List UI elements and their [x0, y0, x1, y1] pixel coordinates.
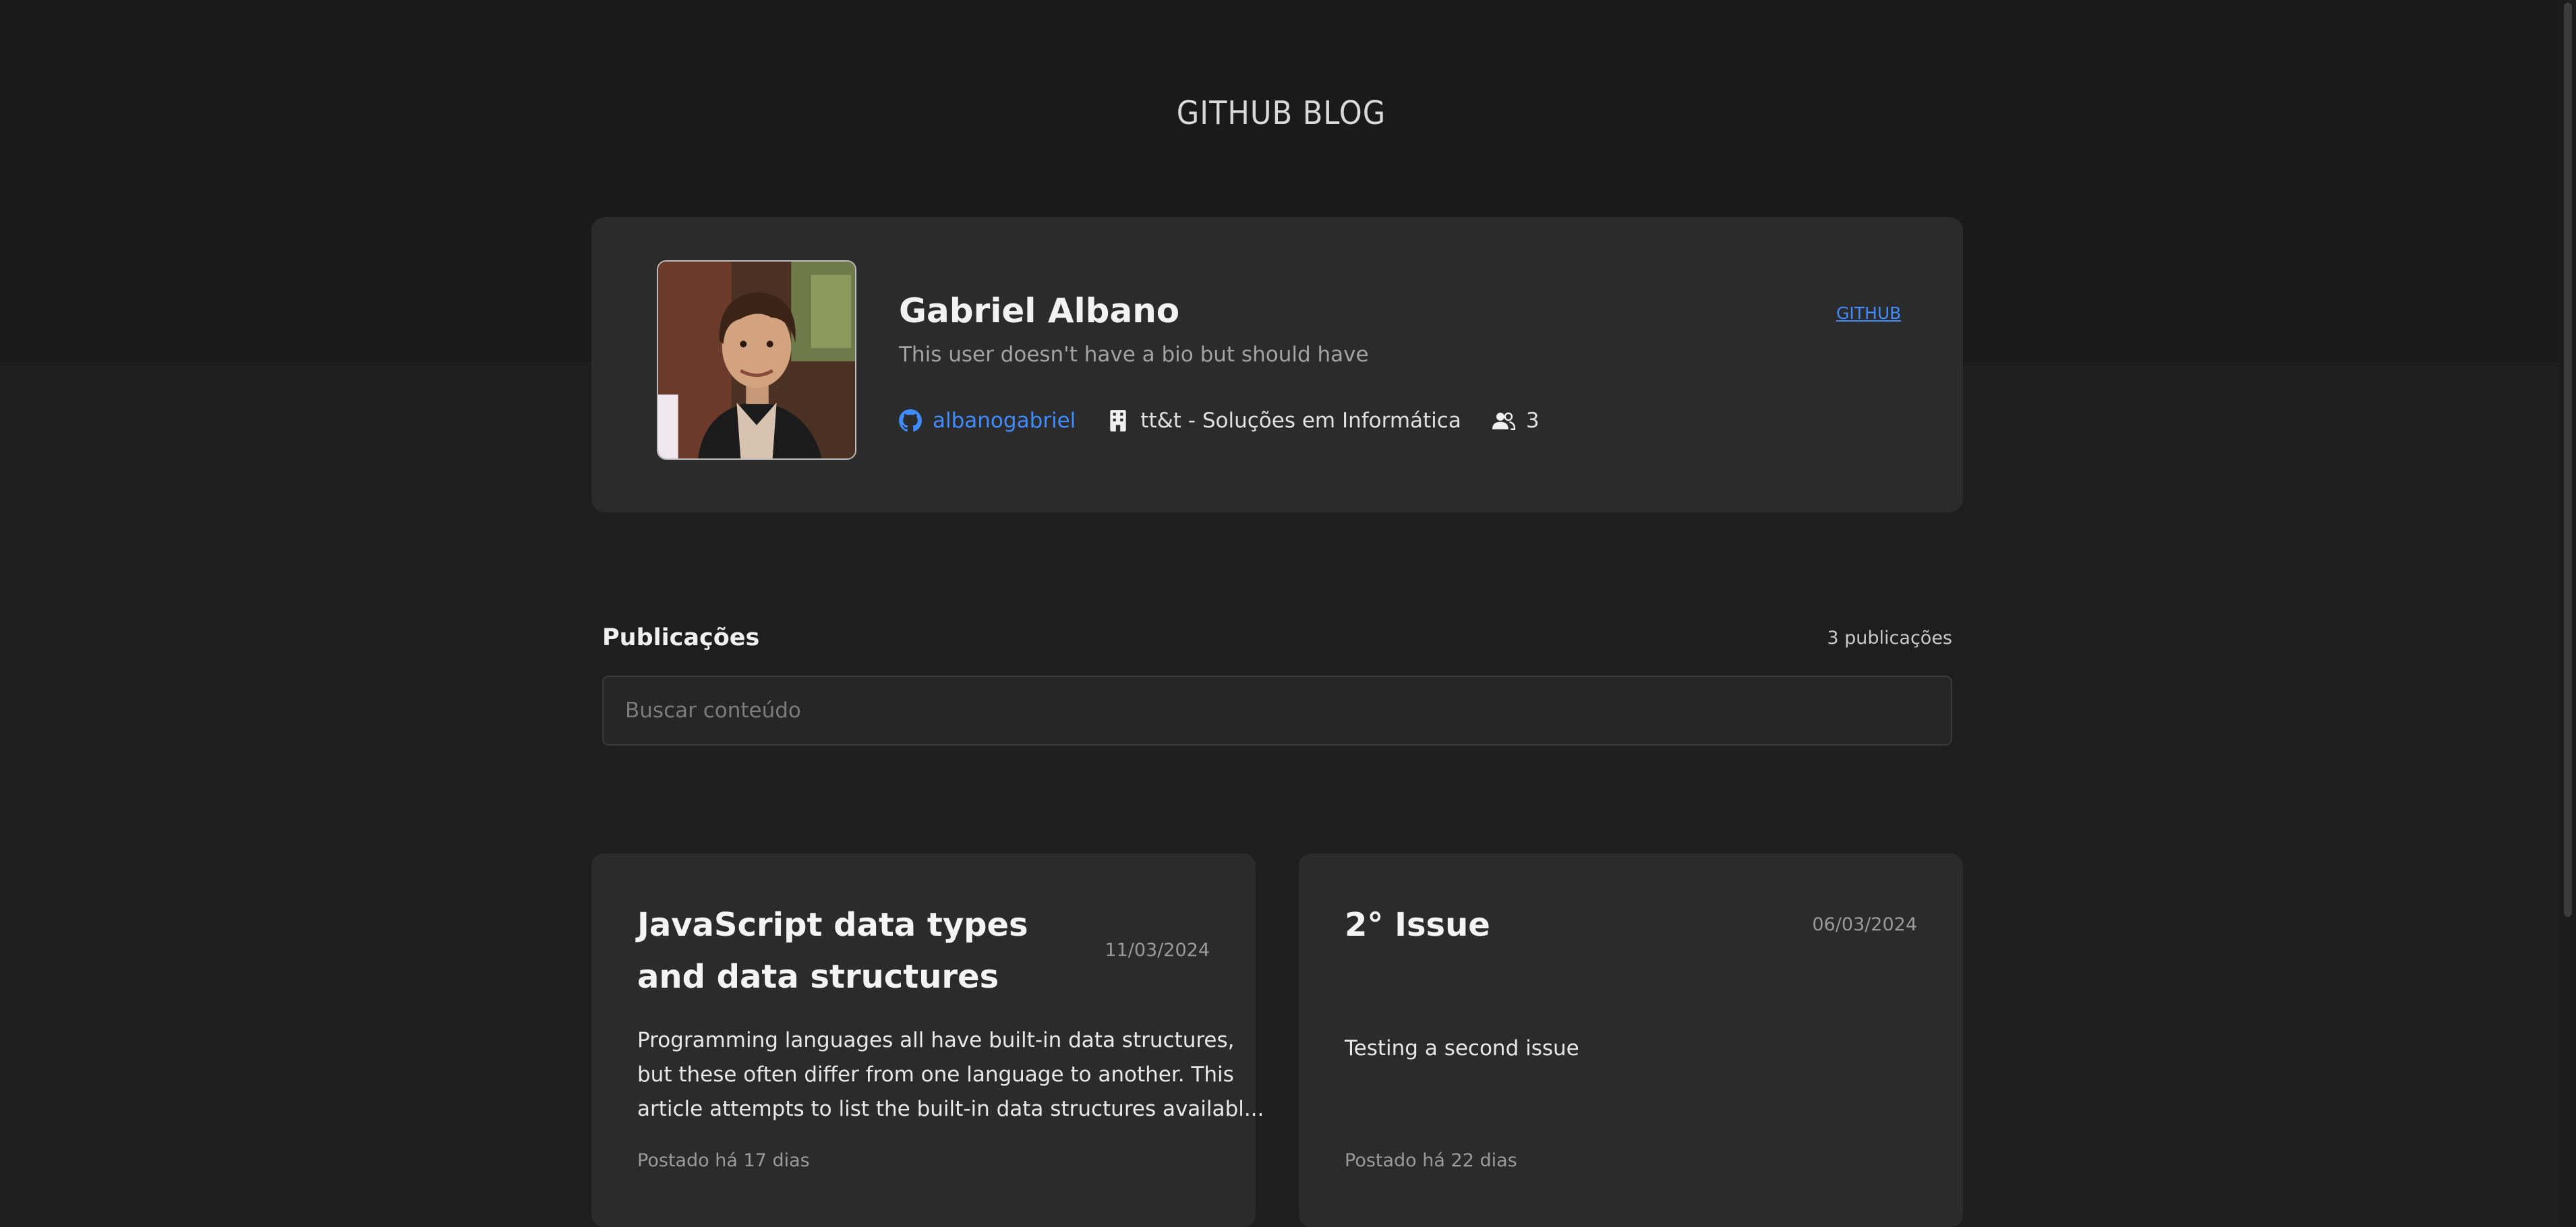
- post-date: 11/03/2024: [1105, 940, 1210, 961]
- post-card[interactable]: 2° Issue 06/03/2024 Testing a second iss…: [1299, 854, 1963, 1227]
- post-excerpt-line: Programming languages all have built-in …: [637, 1028, 1235, 1052]
- scrollbar-thumb[interactable]: [2564, 3, 2572, 917]
- followers-info: 3: [1492, 409, 1540, 433]
- post-posted-time: Postado há 17 dias: [637, 1150, 810, 1171]
- github-link[interactable]: GITHUB: [1836, 303, 1901, 323]
- post-card[interactable]: JavaScript data types and data structure…: [591, 854, 1264, 1227]
- profile-card: Gabriel Albano This user doesn't have a …: [591, 217, 1963, 512]
- site-title: GITHUB BLOG: [1176, 94, 1386, 132]
- post-date: 06/03/2024: [1812, 914, 1917, 935]
- post-title: 2° Issue: [1345, 906, 1490, 944]
- post-posted-time: Postado há 22 dias: [1345, 1150, 1517, 1171]
- profile-name: Gabriel Albano: [899, 291, 1180, 330]
- post-excerpt: Testing a second issue: [1345, 1031, 1925, 1066]
- post-excerpt-line: Testing a second issue: [1345, 1036, 1579, 1060]
- post-excerpt-line: article attempts to list the built-in da…: [637, 1097, 1264, 1121]
- page-scrollbar[interactable]: [2560, 0, 2576, 1227]
- github-icon: [899, 409, 922, 432]
- github-username-link[interactable]: albanogabriel: [899, 409, 1076, 433]
- avatar: [657, 260, 856, 460]
- post-excerpt: Programming languages all have built-in …: [637, 1023, 1264, 1127]
- profile-meta: albanogabriel tt&t - Soluções em Informá…: [899, 409, 1540, 433]
- github-username: albanogabriel: [933, 409, 1076, 433]
- profile-bio: This user doesn't have a bio but should …: [899, 342, 1369, 367]
- company-name: tt&t - Soluções em Informática: [1140, 409, 1461, 433]
- avatar-photo: [658, 262, 855, 458]
- publications-count: 3 publicações: [1827, 627, 1952, 649]
- post-title: JavaScript data types and data structure…: [637, 906, 1028, 996]
- post-excerpt-line: but these often differ from one language…: [637, 1063, 1234, 1087]
- building-icon: [1110, 410, 1126, 431]
- followers-count: 3: [1525, 409, 1540, 433]
- users-icon: [1492, 412, 1515, 430]
- search-input[interactable]: [602, 676, 1952, 746]
- publications-header: Publicações 3 publicações: [602, 624, 1952, 651]
- company-info: tt&t - Soluções em Informática: [1107, 409, 1461, 433]
- publications-title: Publicações: [602, 624, 760, 651]
